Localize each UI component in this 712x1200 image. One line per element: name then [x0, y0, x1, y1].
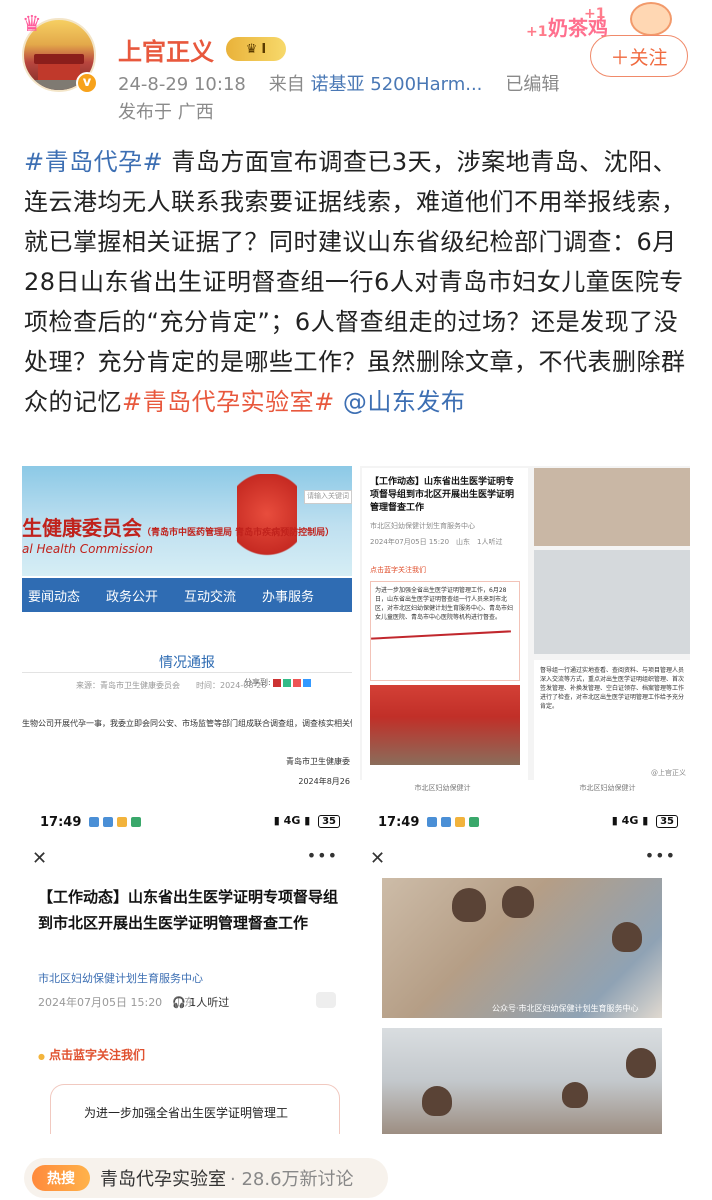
image-grid: 请输入关键词 生健康委员会（青岛市中医药管理局 青岛市疾病预防控制局） al H…: [22, 466, 690, 1156]
notice-signature: 青岛市卫生健康委: [286, 757, 350, 766]
share-row: 分享到:: [244, 677, 311, 688]
article-org: 市北区妇幼保健计划生育服务中心: [370, 522, 475, 530]
status-clock: 17:49: [40, 814, 82, 830]
sticker-text: 奶茶鸡: [548, 16, 608, 40]
hashtag-link-2[interactable]: #青岛代孕实验室#: [122, 388, 335, 416]
nav-item: 要闻动态: [28, 589, 81, 605]
search-box: 请输入关键词: [304, 490, 352, 504]
close-icon[interactable]: ✕: [32, 848, 47, 869]
nav-item: 政务公开: [106, 589, 159, 605]
inspection-photo: 公众号·市北区妇幼保健计划生育服务中心: [382, 878, 662, 1018]
level-badge[interactable]: ♛ I: [226, 37, 286, 61]
verified-badge-icon: v: [76, 72, 98, 94]
watermark: @上官正义: [651, 769, 686, 777]
share-icon[interactable]: [316, 992, 336, 1008]
inspection-photo-2: [534, 550, 690, 654]
follow-prompt: 点击蓝字关注我们: [38, 1046, 145, 1063]
edited-label[interactable]: 已编辑: [505, 74, 559, 95]
article-excerpt: 为进一步加强全省出生医学证明管理工作，6月28日，山东省出生医学证明督查组一行人…: [370, 581, 520, 681]
crown-icon: ♛: [22, 12, 42, 37]
image-article-screenshot[interactable]: 17:49 ▮ 4G ▮ 35 ✕ ••• 【工作动态】山东省出生医学证明专项督…: [22, 804, 352, 1134]
close-icon[interactable]: ✕: [370, 848, 385, 869]
inspection-photo-1: [534, 468, 690, 546]
post-header: ♛ v 上官正义 ♛ I 24-8-29 10:18 来自 诺基亚 5200Ha…: [0, 0, 712, 140]
hashtag-link[interactable]: #青岛代孕#: [24, 148, 163, 176]
hot-search-badge: 热搜: [32, 1165, 90, 1191]
article-column: 【工作动态】山东省出生医学证明专项督导组到市北区开展出生医学证明管理督查工作 市…: [362, 468, 528, 780]
device-link[interactable]: 诺基亚 5200Harm...: [311, 74, 483, 95]
red-underline: [371, 630, 511, 640]
article-excerpt-2: 督导组一行通过实地查看、查阅资料、与项目管理人员深入交流等方式，重点对出生医学证…: [534, 660, 690, 780]
hot-topic-label: 青岛代孕实验室 · 28.6万新讨论: [100, 1169, 354, 1190]
image-photo-screenshot[interactable]: 17:49 ▮ 4G ▮ 35 ✕ ••• 公众号·市北区妇幼保健计划生育服务中…: [360, 804, 690, 1134]
post-timestamp: 24-8-29 10:18: [118, 74, 246, 95]
post-text: 青岛方面宣布调查已3天，涉案地青岛、沈阳、连云港均无人联系我索要证据线索，难道他…: [24, 148, 686, 416]
follow-button[interactable]: ＋关注: [590, 35, 688, 77]
meeting-photo: [370, 685, 520, 765]
cat-face-icon: [630, 2, 672, 36]
notice-source: 来源：青岛市卫生健康委员会 时间：2024-08-26: [76, 681, 267, 690]
inspection-photo-2: [382, 1028, 662, 1134]
nav-item: 办事服务: [262, 589, 315, 605]
crown-level-icon: ♛: [245, 41, 258, 57]
share-bar: 市北区妇幼保健计 市北区妇幼保健计: [360, 780, 690, 796]
post-meta: 24-8-29 10:18 来自 诺基亚 5200Harm... 已编辑: [118, 70, 559, 96]
status-bar: 17:49 ▮ 4G ▮ 35: [360, 804, 690, 840]
status-bar: 17:49 ▮ 4G ▮ 35: [22, 804, 352, 840]
avatar[interactable]: ♛ v: [22, 12, 98, 94]
battery-level: 35: [318, 815, 340, 828]
listen-count[interactable]: 🎧 1人听过: [172, 994, 229, 1010]
article-heading: 【工作动态】山东省出生医学证明专项督导组到市北区开展出生医学证明管理督查工作: [370, 477, 515, 513]
article-title: 【工作动态】山东省出生医学证明专项督导组到市北区开展出生医学证明管理督查工作: [38, 888, 339, 932]
status-clock: 17:49: [378, 814, 420, 830]
photo-watermark: 公众号·市北区妇幼保健计划生育服务中心: [492, 1004, 639, 1013]
source-prefix: 来自: [268, 74, 305, 95]
follow-prompt: 点击蓝字关注我们: [370, 566, 426, 574]
post-body: #青岛代孕# 青岛方面宣布调查已3天，涉案地青岛、沈阳、连云港均无人联系我索要证…: [24, 142, 692, 422]
notice-date: 2024年8月26: [298, 777, 350, 786]
battery-level: 35: [656, 815, 678, 828]
nav-item: 互动交流: [184, 589, 237, 605]
discussion-count: · 28.6万新讨论: [230, 1169, 354, 1190]
more-options-icon[interactable]: •••: [645, 846, 676, 865]
hot-search-topic[interactable]: 热搜 青岛代孕实验室 · 28.6万新讨论: [24, 1158, 388, 1198]
more-options-icon[interactable]: •••: [307, 846, 338, 865]
article-org[interactable]: 市北区妇幼保健计划生育服务中心: [38, 970, 203, 986]
site-nav: 要闻动态 政务公开 互动交流 办事服务: [22, 578, 352, 612]
mention-link[interactable]: @山东发布: [343, 388, 466, 416]
commission-title-en: al Health Commission: [22, 542, 153, 556]
post-location: 发布于 广西: [118, 102, 214, 123]
plus-one-label-2: +1: [526, 24, 548, 40]
commission-title: 生健康委员会（青岛市中医药管理局 青岛市疾病预防控制局）: [22, 516, 335, 540]
content-text: 为进一步加强全省出生医学证明管理工: [84, 1106, 289, 1120]
notice-paragraph: 生物公司开展代孕一事，我委立即会同公安、市场监管等部门组成联合调查组，调查核实相…: [22, 719, 352, 728]
image-article-collage[interactable]: 【工作动态】山东省出生医学证明专项督导组到市北区开展出生医学证明管理督查工作 市…: [360, 466, 690, 796]
level-number: I: [261, 41, 267, 57]
image-health-commission-notice[interactable]: 请输入关键词 生健康委员会（青岛市中医药管理局 青岛市疾病预防控制局） al H…: [22, 466, 352, 796]
notice-title: 情况通报: [159, 655, 215, 671]
username[interactable]: 上官正义: [118, 32, 214, 67]
article-time: 2024年07月05日 15:20 山东 1人听过: [370, 538, 503, 546]
